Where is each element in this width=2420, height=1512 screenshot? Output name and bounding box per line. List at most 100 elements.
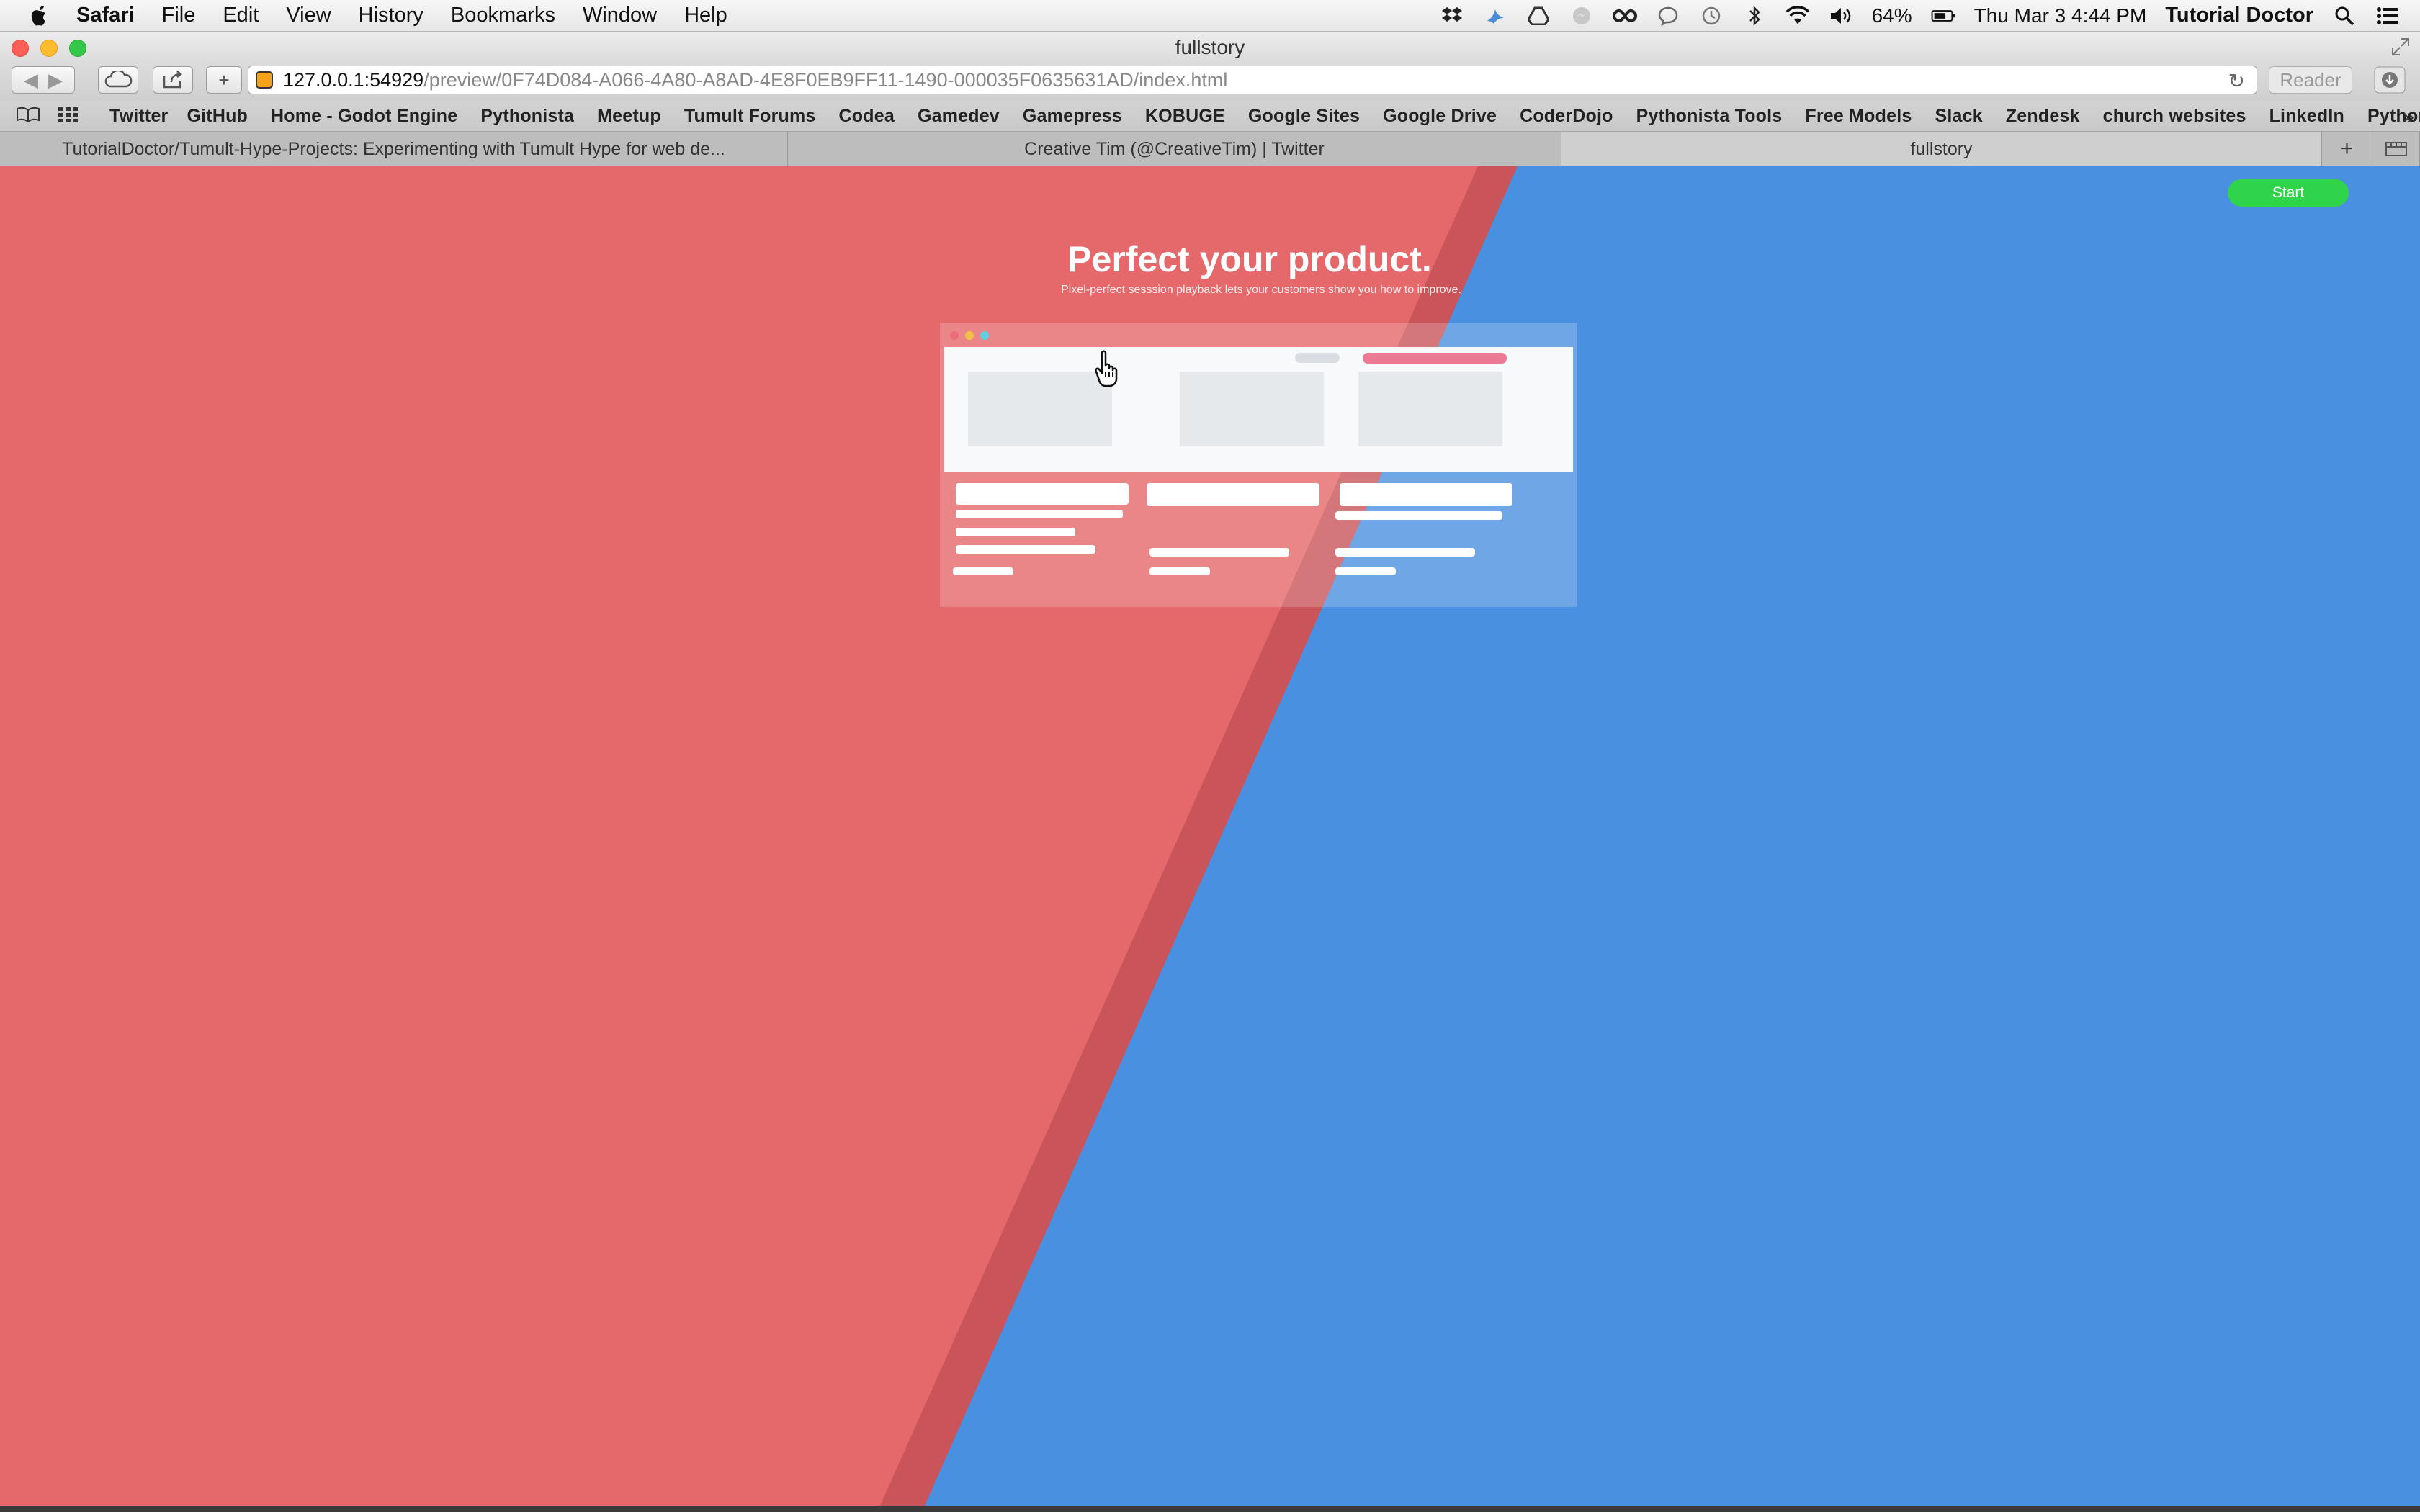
menu-help[interactable]: Help — [684, 4, 727, 27]
menu-window[interactable]: Window — [583, 4, 657, 27]
hand-cursor-icon — [1093, 350, 1125, 391]
mockup-cta-pill — [1363, 353, 1507, 364]
bookmark-church-websites[interactable]: church websites — [2103, 106, 2246, 127]
new-tab-button[interactable]: + — [206, 66, 242, 94]
tab-fullstory[interactable]: fullstory — [1561, 132, 2322, 166]
mockup-text-bar — [956, 545, 1095, 554]
favicon-icon — [256, 71, 273, 89]
mockup-card — [1358, 372, 1502, 446]
bookmark-pythonista[interactable]: Pythonista — [480, 106, 574, 127]
share-button[interactable] — [153, 66, 193, 94]
mockup-red-dot — [950, 331, 959, 340]
google-drive-icon[interactable] — [1526, 5, 1551, 27]
bookmark-github[interactable]: GitHub — [187, 106, 248, 127]
start-button[interactable]: Start — [2228, 179, 2349, 207]
page-subheadline: Pixel-perfect sesssion playback lets you… — [1061, 284, 1461, 296]
time-machine-icon[interactable] — [1699, 5, 1724, 27]
bookmark-coderdojo[interactable]: CoderDojo — [1520, 106, 1613, 127]
tab-bar: TutorialDoctor/Tumult-Hype-Projects: Exp… — [0, 132, 2420, 167]
page-headline: Perfect your product. — [1067, 239, 1432, 279]
mockup-text-bar — [1340, 483, 1512, 506]
tab-overview-icon[interactable] — [2372, 132, 2420, 166]
mockup-screen — [944, 347, 1573, 472]
menu-history[interactable]: History — [359, 4, 424, 27]
battery-percent: 64% — [1871, 4, 1912, 27]
web-page: Start Perfect your product. Pixel-perfec… — [0, 166, 2420, 1506]
url-path: /preview/0F74D084-A066-4A80-A8AD-4E8F0EB… — [424, 68, 1228, 91]
bookmark-tumult-forums[interactable]: Tumult Forums — [684, 106, 816, 127]
menu-app[interactable]: Safari — [76, 4, 135, 27]
wifi-icon[interactable] — [1785, 5, 1810, 27]
window-title-bar: fullstory — [0, 32, 2420, 62]
menu-file[interactable]: File — [162, 4, 196, 27]
clock[interactable]: Thu Mar 3 4:44 PM — [1974, 4, 2147, 27]
bookmark-pythonista-tools[interactable]: Pythonista Tools — [1636, 106, 1783, 127]
fullscreen-icon[interactable] — [2391, 37, 2410, 60]
mockup-text-bar — [1335, 548, 1475, 557]
address-bar[interactable]: 127.0.0.1:54929/preview/0F74D084-A066-4A… — [248, 66, 2257, 94]
volume-icon[interactable] — [1829, 5, 1853, 27]
menu-bookmarks[interactable]: Bookmarks — [451, 4, 555, 27]
menu-bar: Safari File Edit View History Bookmarks … — [0, 0, 2420, 32]
bird-icon[interactable] — [1483, 5, 1507, 27]
chat-icon[interactable] — [1656, 5, 1680, 27]
bookmark-kobuge[interactable]: KOBUGE — [1145, 106, 1225, 127]
bookmark-google-sites[interactable]: Google Sites — [1248, 106, 1360, 127]
tab-tumult-hype-projects[interactable]: TutorialDoctor/Tumult-Hype-Projects: Exp… — [0, 132, 788, 166]
mockup-cyan-dot — [980, 331, 989, 340]
back-arrow-icon[interactable]: ◀ — [24, 69, 38, 91]
dropbox-icon[interactable] — [1440, 5, 1464, 27]
bookmark-godot[interactable]: Home - Godot Engine — [271, 106, 457, 127]
mockup-text-bar — [1147, 483, 1319, 506]
mockup-nav-pill — [1295, 353, 1340, 363]
reading-list-icon[interactable] — [16, 107, 40, 126]
mockup-text-bar — [956, 510, 1123, 518]
bookmark-free-models[interactable]: Free Models — [1805, 106, 1912, 127]
tab-creative-tim-twitter[interactable]: Creative Tim (@CreativeTim) | Twitter — [788, 132, 1561, 166]
mockup-text-bar — [1335, 567, 1396, 575]
menu-edit[interactable]: Edit — [223, 4, 259, 27]
notification-center-icon[interactable] — [2375, 5, 2400, 27]
reader-button[interactable]: Reader — [2269, 66, 2352, 94]
mockup-yellow-dot — [965, 331, 974, 340]
bookmark-gamedev[interactable]: Gamedev — [918, 106, 1000, 127]
url-host: 127.0.0.1:54929 — [283, 68, 424, 91]
bookmark-linkedin[interactable]: LinkedIn — [2269, 106, 2344, 127]
infinity-icon[interactable] — [1612, 5, 1637, 27]
share-icon — [163, 71, 183, 89]
icloud-tabs-button[interactable] — [98, 66, 138, 94]
apple-icon[interactable] — [24, 5, 53, 27]
bookmark-zendesk[interactable]: Zendesk — [2006, 106, 2080, 127]
bookmark-gamepress[interactable]: Gamepress — [1023, 106, 1122, 127]
mockup-text-bar — [1335, 511, 1502, 520]
bookmark-google-drive[interactable]: Google Drive — [1383, 106, 1497, 127]
bluetooth-icon[interactable] — [1742, 5, 1767, 27]
reload-icon[interactable]: ↻ — [2228, 69, 2245, 93]
forward-arrow-icon[interactable]: ▶ — [48, 69, 63, 91]
top-sites-icon[interactable] — [58, 107, 79, 126]
bookmark-slack[interactable]: Slack — [1935, 106, 1982, 127]
mockup-text-bar — [953, 567, 1013, 575]
bookmark-meetup[interactable]: Meetup — [597, 106, 661, 127]
spotlight-icon[interactable] — [2332, 5, 2357, 27]
window-title: fullstory — [1175, 36, 1245, 58]
cloud-icon — [104, 71, 133, 88]
bookmark-twitter[interactable]: Twitter — [109, 106, 169, 127]
mockup-card — [1180, 372, 1324, 446]
mockup-card — [968, 372, 1112, 446]
plus-icon: + — [218, 68, 230, 91]
back-forward-buttons[interactable]: ◀ ▶ — [12, 66, 75, 94]
battery-icon[interactable] — [1931, 5, 1955, 27]
mockup-text-bar — [956, 483, 1129, 505]
more-bookmarks-chevron-icon[interactable]: » — [2403, 105, 2414, 128]
messenger-icon[interactable] — [1569, 5, 1594, 27]
window-bottom-edge — [0, 1506, 2420, 1512]
menu-view[interactable]: View — [286, 4, 331, 27]
user-name[interactable]: Tutorial Doctor — [2165, 4, 2313, 27]
mockup-text-bar — [956, 528, 1075, 536]
new-tab-plus-icon[interactable]: + — [2322, 132, 2372, 166]
bookmark-codea[interactable]: Codea — [839, 106, 895, 127]
downloads-icon[interactable] — [2374, 66, 2406, 94]
bookmarks-bar: Twitter GitHub Home - Godot Engine Pytho… — [0, 101, 2420, 132]
mockup-text-bar — [1150, 548, 1289, 557]
